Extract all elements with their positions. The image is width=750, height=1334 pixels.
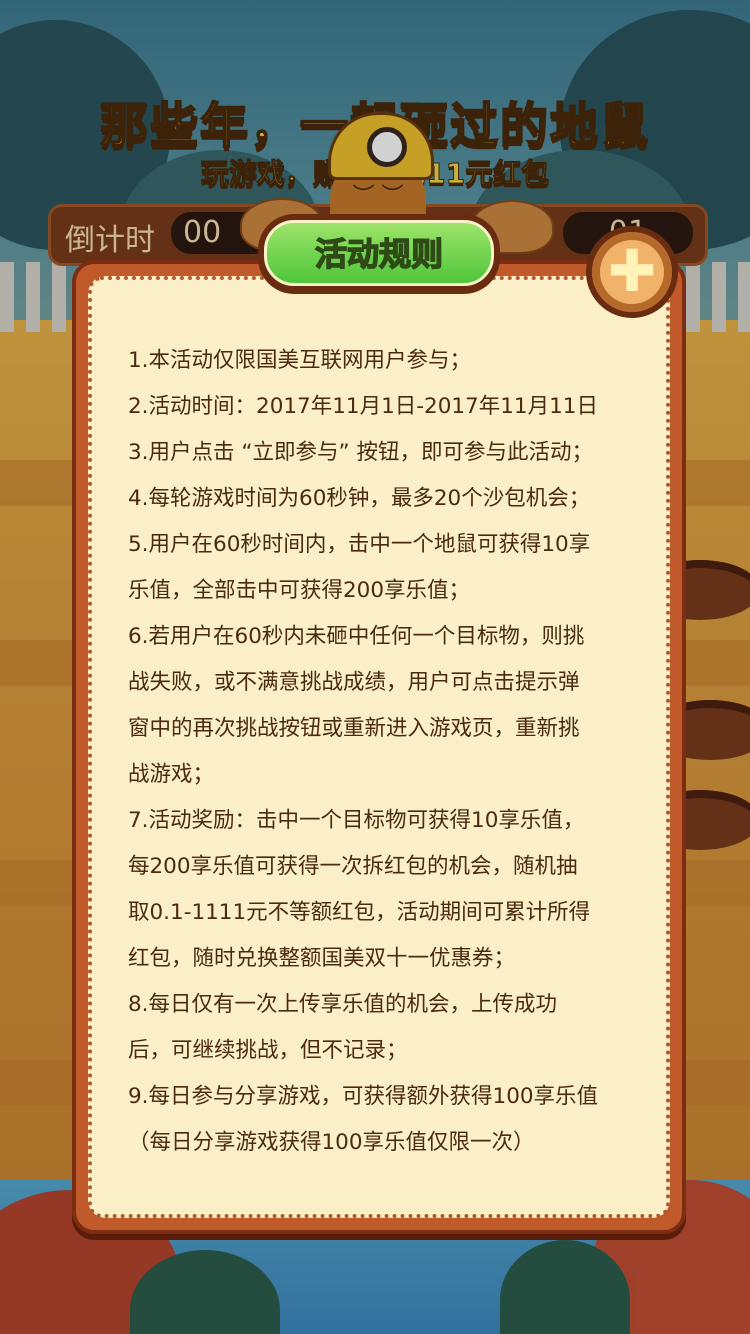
rules-modal: 1.本活动仅限国美互联网用户参与； 2.活动时间：2017年11月1日-2017年… [72, 260, 686, 1234]
rule-line: 红包，随时兑换整额国美双十一优惠券； [128, 946, 516, 971]
rule-line: 取0.1-1111元不等额红包，活动期间可累计所得 [128, 900, 591, 925]
rule-line: 4.每轮游戏时间为60秒钟，最多20个沙包机会； [128, 486, 591, 511]
rule-line: 每200享乐值可获得一次拆红包的机会，随机抽 [128, 854, 578, 879]
rule-line: 5.用户在60秒时间内，击中一个地鼠可获得10享 [128, 532, 591, 557]
close-icon: ✚ [607, 237, 657, 305]
rule-line: 8.每日仅有一次上传享乐值的机会，上传成功 [128, 992, 558, 1017]
rule-line: 战失败，或不满意挑战成绩，用户可点击提示弹 [128, 670, 580, 695]
rules-list: 1.本活动仅限国美互联网用户参与； 2.活动时间：2017年11月1日-2017年… [128, 338, 628, 1166]
close-button[interactable]: ✚ [586, 226, 678, 318]
modal-title: 活动规则 [314, 234, 444, 274]
title-banner-inner: 活动规则 [264, 220, 494, 286]
rule-line: （每日分享游戏获得100享乐值仅限一次） [128, 1130, 535, 1155]
rule-line: 2.活动时间：2017年11月1日-2017年11月11日 [128, 394, 598, 419]
rule-line: 乐值，全部击中可获得200享乐值； [128, 578, 471, 603]
rule-line: 窗中的再次挑战按钮或重新进入游戏页，重新挑 [128, 716, 580, 741]
rule-line: 1.本活动仅限国美互联网用户参与； [128, 348, 472, 373]
rule-line: 7.活动奖励：击中一个目标物可获得10享乐值， [128, 808, 585, 833]
rule-line: 9.每日参与分享游戏，可获得额外获得100享乐值 [128, 1084, 599, 1109]
rule-line: 战游戏； [128, 762, 215, 787]
rule-line: 3.用户点击 “立即参与” 按钮，即可参与此活动； [128, 440, 593, 465]
modal-title-banner: 活动规则 [258, 214, 500, 294]
rule-line: 6.若用户在60秒内未砸中任何一个目标物，则挑 [128, 624, 585, 649]
rule-line: 后，可继续挑战，但不记录； [128, 1038, 408, 1063]
